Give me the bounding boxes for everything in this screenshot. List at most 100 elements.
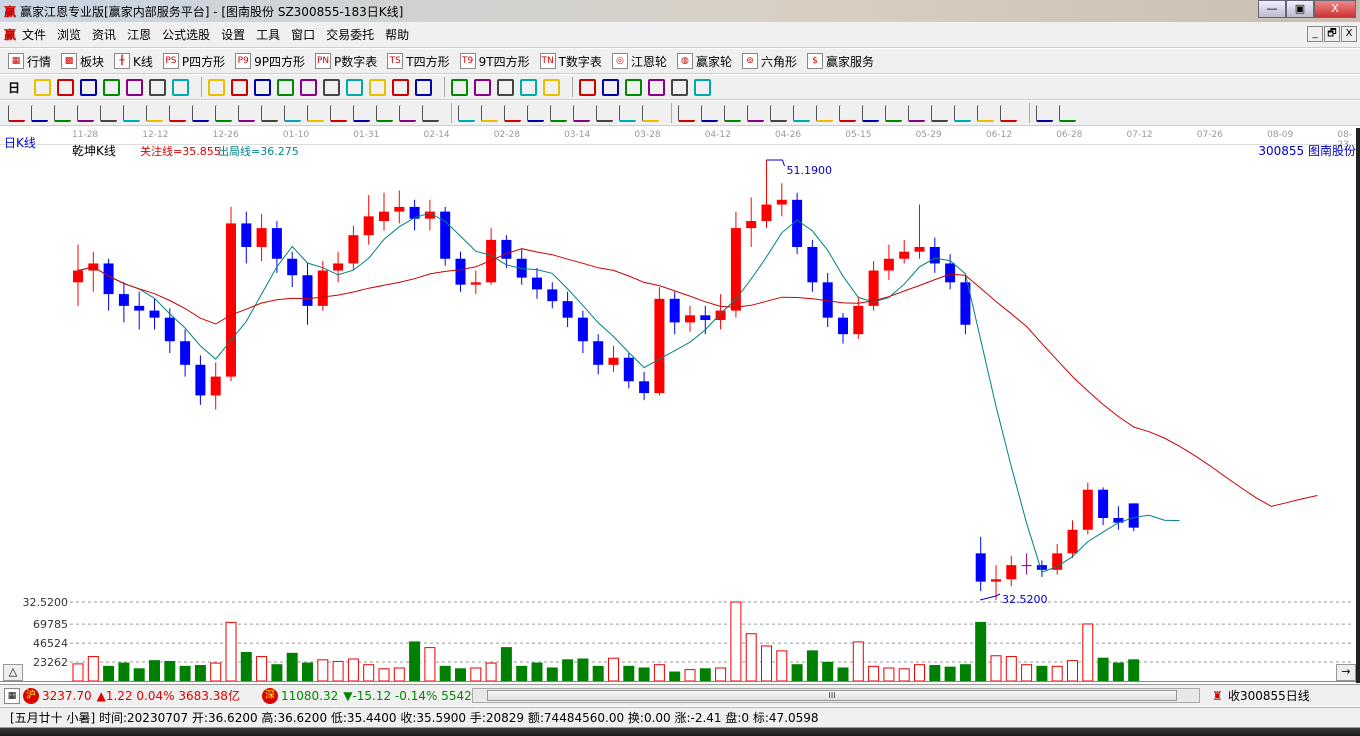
close-button[interactable]: X [1314, 0, 1356, 18]
box-icon[interactable] [458, 104, 475, 122]
ying-icon[interactable] [376, 104, 393, 122]
menu-item-5[interactable]: 设置 [221, 28, 245, 42]
right-icon[interactable] [277, 78, 295, 96]
percent-icon[interactable] [724, 104, 741, 122]
toolbar-item-4[interactable]: P9 9P四方形 [235, 53, 305, 70]
indicator3-icon[interactable] [80, 78, 98, 96]
brush-icon[interactable] [146, 104, 163, 122]
zigzag-icon[interactable] [573, 104, 590, 122]
slash-icon[interactable] [642, 104, 659, 122]
calculator-icon[interactable] [602, 78, 620, 96]
angle-icon[interactable] [238, 104, 255, 122]
chart-type-icon[interactable] [34, 78, 52, 96]
toolbar-item-8[interactable]: TN T数字表 [539, 53, 602, 70]
nav2-icon[interactable] [323, 78, 341, 96]
candle-icon[interactable] [126, 78, 144, 96]
bars-icon[interactable] [399, 104, 416, 122]
gold-line-icon[interactable] [862, 104, 879, 122]
gold-circle-icon[interactable] [770, 104, 787, 122]
n2-icon[interactable] [215, 104, 232, 122]
last-icon[interactable] [231, 78, 249, 96]
export-icon[interactable] [694, 78, 712, 96]
menu-item-7[interactable]: 窗口 [291, 28, 315, 42]
pattern-icon[interactable] [543, 78, 561, 96]
toolbar-item-2[interactable]: ╫ K线 [114, 53, 153, 70]
yinyang-icon[interactable] [1036, 104, 1053, 122]
gold2-icon[interactable] [77, 104, 94, 122]
toolbar-item-12[interactable]: $ 赢家服务 [806, 53, 874, 70]
wave-icon[interactable] [839, 104, 856, 122]
nav6-icon[interactable] [415, 78, 433, 96]
angle2-icon[interactable] [550, 104, 567, 122]
toolbar-item-1[interactable]: ▩ 板块 [61, 53, 104, 70]
mdi-restore-button[interactable]: 🗗 [1324, 26, 1340, 42]
fan2-icon[interactable] [527, 104, 544, 122]
toolbar-item-7[interactable]: T9 9T四方形 [459, 53, 530, 70]
parallel-icon[interactable] [330, 104, 347, 122]
crosshair-icon[interactable] [474, 78, 492, 96]
target-icon[interactable] [261, 104, 278, 122]
mdi-close-button[interactable]: X [1341, 26, 1357, 42]
horizontal-scrollbar[interactable]: III [472, 688, 1200, 703]
percent-lines-icon[interactable] [747, 104, 764, 122]
save-icon[interactable] [648, 78, 666, 96]
calendar-icon[interactable] [57, 78, 75, 96]
line-icon[interactable] [497, 78, 515, 96]
gold1-icon[interactable] [54, 104, 71, 122]
expand-up-button[interactable]: △ [3, 664, 23, 681]
hand-icon[interactable] [451, 78, 469, 96]
shen-fan-icon[interactable] [954, 104, 971, 122]
fan-icon[interactable] [481, 104, 498, 122]
shen-icon[interactable] [353, 104, 370, 122]
circle-icon[interactable] [169, 104, 186, 122]
calendar21-icon[interactable] [579, 78, 597, 96]
toolbar-item-10[interactable]: ◍ 赢家轮 [676, 53, 732, 70]
toolbar-item-11[interactable]: ⊚ 六角形 [741, 53, 797, 70]
grid-icon[interactable] [100, 104, 117, 122]
hash-icon[interactable] [31, 104, 48, 122]
minimize-button[interactable]: — [1258, 0, 1286, 18]
color-icon[interactable] [172, 78, 190, 96]
nav1-icon[interactable] [300, 78, 318, 96]
range-icon[interactable] [422, 104, 439, 122]
scroll-right-button[interactable]: → [1336, 664, 1356, 681]
period-select[interactable]: 日 [8, 79, 20, 96]
menu-item-4[interactable]: 公式选股 [162, 28, 210, 42]
notes-icon[interactable] [625, 78, 643, 96]
left-icon[interactable] [254, 78, 272, 96]
gold-fan-icon[interactable] [931, 104, 948, 122]
j-fan-icon[interactable] [885, 104, 902, 122]
square-icon[interactable] [307, 104, 324, 122]
nav3-icon[interactable] [346, 78, 364, 96]
si-fan-icon[interactable] [1000, 104, 1017, 122]
indicator9-icon[interactable] [103, 78, 121, 96]
nav4-icon[interactable] [369, 78, 387, 96]
menu-item-3[interactable]: 江恩 [127, 28, 151, 42]
fan-box-icon[interactable] [504, 104, 521, 122]
grid3-icon[interactable] [619, 104, 636, 122]
f-fan-icon[interactable] [908, 104, 925, 122]
toolbar-item-3[interactable]: PS P四方形 [162, 53, 225, 70]
grid2-icon[interactable] [596, 104, 613, 122]
print-icon[interactable] [671, 78, 689, 96]
menu-item-0[interactable]: 文件 [22, 28, 46, 42]
ying-fan-icon[interactable] [977, 104, 994, 122]
toolbar-item-6[interactable]: TS T四方形 [387, 53, 450, 70]
menu-item-6[interactable]: 工具 [256, 28, 280, 42]
clear-icon[interactable] [149, 78, 167, 96]
toolbar-item-9[interactable]: ◎ 江恩轮 [611, 53, 667, 70]
list-icon[interactable] [678, 104, 695, 122]
scrollbar-thumb[interactable]: III [487, 690, 1177, 701]
menu-item-9[interactable]: 帮助 [385, 28, 409, 42]
mdi-minimize-button[interactable]: _ [1307, 26, 1323, 42]
grid-table-icon[interactable]: ▦ [4, 687, 20, 704]
toolbar-item-5[interactable]: PN P数字表 [315, 53, 377, 70]
pen-icon[interactable] [8, 104, 25, 122]
toolbar-item-0[interactable]: ▦ 行情 [8, 53, 51, 70]
nav5-icon[interactable] [392, 78, 410, 96]
percent-red-icon[interactable] [701, 104, 718, 122]
kline-chart[interactable]: 32.5200 69785 46524 23262 51.1900 32.5200 [0, 145, 1356, 683]
first-icon[interactable] [208, 78, 226, 96]
menu-item-2[interactable]: 资讯 [92, 28, 116, 42]
arrow-icon[interactable] [816, 104, 833, 122]
